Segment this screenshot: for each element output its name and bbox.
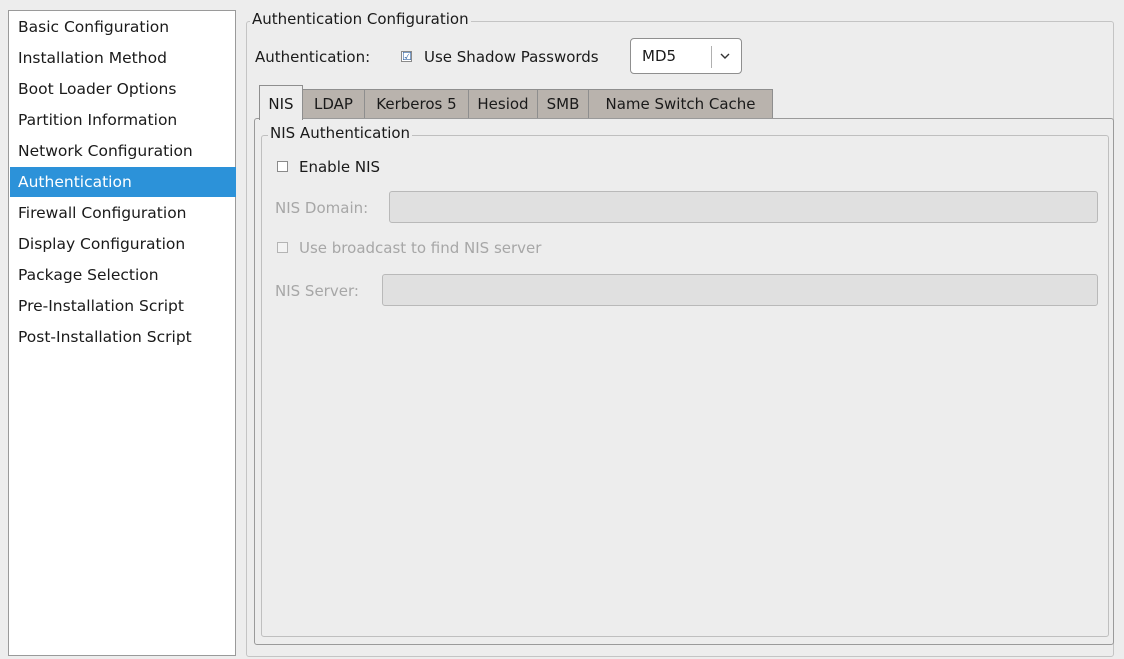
sidebar-nav: Basic Configuration Installation Method …: [8, 10, 236, 656]
enable-nis-checkbox[interactable]: [277, 161, 288, 172]
shadow-passwords-checkbox[interactable]: ☑: [401, 51, 412, 62]
tab-name-switch-cache[interactable]: Name Switch Cache: [588, 89, 773, 118]
select-divider: [711, 46, 712, 68]
tab-smb[interactable]: SMB: [537, 89, 589, 118]
sidebar-item-partition-information[interactable]: Partition Information: [10, 105, 236, 135]
chevron-down-icon: [719, 43, 731, 77]
tab-hesiod[interactable]: Hesiod: [468, 89, 538, 118]
tab-nis[interactable]: NIS: [259, 85, 303, 120]
authentication-config-title: Authentication Configuration: [250, 10, 471, 28]
password-hash-select[interactable]: MD5: [630, 38, 742, 74]
shadow-passwords-label[interactable]: Use Shadow Passwords: [424, 46, 599, 68]
nis-authentication-title: NIS Authentication: [268, 124, 413, 142]
sidebar-item-display-configuration[interactable]: Display Configuration: [10, 229, 236, 259]
sidebar-item-pre-installation-script[interactable]: Pre-Installation Script: [10, 291, 236, 321]
broadcast-label[interactable]: Use broadcast to find NIS server: [299, 237, 541, 259]
sidebar-item-package-selection[interactable]: Package Selection: [10, 260, 236, 290]
sidebar-item-boot-loader-options[interactable]: Boot Loader Options: [10, 74, 236, 104]
broadcast-checkbox[interactable]: [277, 242, 288, 253]
nis-server-label: NIS Server:: [275, 282, 359, 300]
tab-ldap[interactable]: LDAP: [302, 89, 365, 118]
sidebar-item-basic-configuration[interactable]: Basic Configuration: [10, 12, 236, 42]
sidebar-item-network-configuration[interactable]: Network Configuration: [10, 136, 236, 166]
tab-kerberos[interactable]: Kerberos 5: [364, 89, 469, 118]
sidebar-item-post-installation-script[interactable]: Post-Installation Script: [10, 322, 236, 352]
enable-nis-label[interactable]: Enable NIS: [299, 156, 380, 178]
sidebar-item-firewall-configuration[interactable]: Firewall Configuration: [10, 198, 236, 228]
nis-domain-input[interactable]: [389, 191, 1098, 223]
check-icon: ☑: [402, 50, 412, 63]
nis-domain-label: NIS Domain:: [275, 199, 369, 217]
authentication-label: Authentication:: [255, 48, 371, 66]
password-hash-value: MD5: [642, 47, 677, 65]
sidebar-item-installation-method[interactable]: Installation Method: [10, 43, 236, 73]
nis-server-input[interactable]: [382, 274, 1098, 306]
sidebar-item-authentication[interactable]: Authentication: [10, 167, 236, 197]
